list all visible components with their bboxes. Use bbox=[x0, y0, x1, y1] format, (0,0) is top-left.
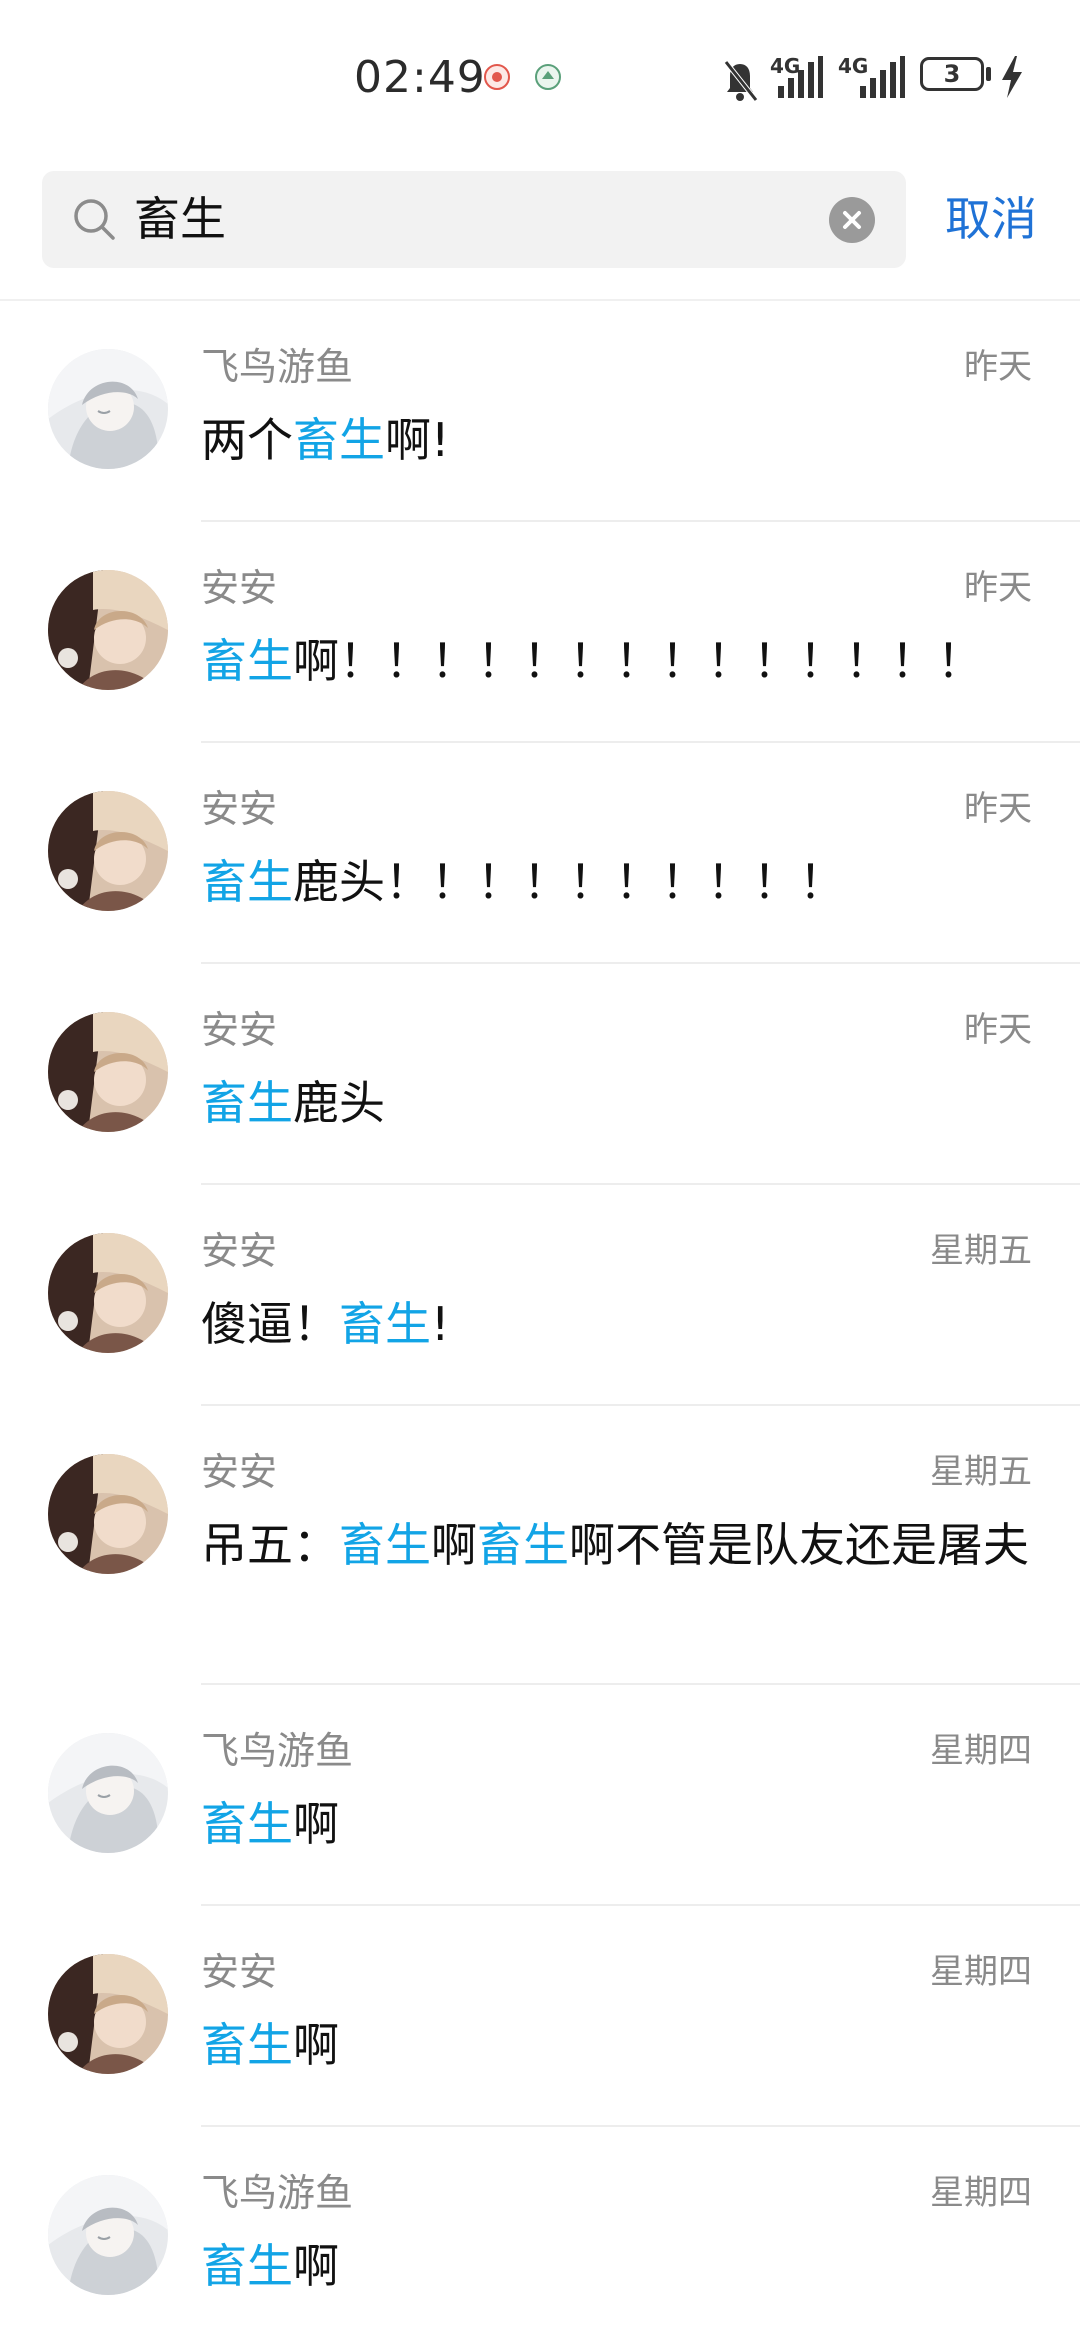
status-time: 02:49 bbox=[354, 52, 486, 103]
message-text: 啊！！！！！！！！！！！！！！ bbox=[293, 634, 983, 688]
message-time: 星期五 bbox=[930, 1452, 1032, 1492]
message-time: 星期五 bbox=[930, 1231, 1032, 1271]
message-preview: 畜生鹿头 bbox=[201, 1074, 1031, 1132]
search-input[interactable]: 畜生 bbox=[42, 171, 906, 268]
keyword-highlight: 畜生 bbox=[201, 1076, 293, 1130]
avatar[interactable] bbox=[48, 791, 168, 911]
notification-app-icon bbox=[535, 64, 561, 90]
message-text: 啊 bbox=[293, 1797, 339, 1851]
search-query[interactable]: 畜生 bbox=[134, 171, 226, 268]
keyword-highlight: 畜生 bbox=[201, 2239, 293, 2293]
message-text: ! bbox=[431, 1297, 450, 1351]
search-results-list: 飞鸟游鱼 昨天 两个畜生啊! 安安 昨天 畜生啊！！！！！！！！！！！！！！ 安安 昨天畜… bbox=[0, 301, 1080, 2340]
search-result-item[interactable]: 安安 星期五傻逼！畜生! bbox=[0, 1185, 1080, 1406]
message-preview: 畜生啊 bbox=[201, 2016, 1031, 2074]
message-time: 星期四 bbox=[930, 2173, 1032, 2213]
message-text: 鹿头 bbox=[293, 1076, 385, 1130]
message-time: 星期四 bbox=[930, 1952, 1032, 1992]
battery-level: 3 bbox=[943, 60, 961, 88]
sender-name: 安安 bbox=[201, 1450, 278, 1494]
signal-icon bbox=[860, 56, 905, 98]
search-result-item[interactable]: 安安 星期五 吊五：畜生啊畜生啊不管是队友还是屠夫 bbox=[0, 1406, 1080, 1685]
close-icon bbox=[843, 211, 861, 229]
search-icon bbox=[74, 199, 115, 240]
avatar[interactable] bbox=[48, 1233, 168, 1353]
message-preview: 畜生啊 bbox=[201, 2237, 1031, 2295]
message-text: 啊 bbox=[431, 1518, 477, 1572]
message-time: 昨天 bbox=[964, 1010, 1032, 1050]
keyword-highlight: 畜生 bbox=[201, 2018, 293, 2072]
search-result-item[interactable]: 飞鸟游鱼 星期四畜生啊 bbox=[0, 1685, 1080, 1906]
notification-app-icon bbox=[484, 64, 510, 90]
keyword-highlight: 畜生 bbox=[201, 855, 293, 909]
avatar[interactable] bbox=[48, 1012, 168, 1132]
sender-name: 安安 bbox=[201, 1229, 278, 1273]
search-result-item[interactable]: 安安 昨天畜生啊！！！！！！！！！！！！！！ bbox=[0, 522, 1080, 743]
message-text: 鹿头！！！！！！！！！！ bbox=[293, 855, 845, 909]
sender-name: 飞鸟游鱼 bbox=[201, 2171, 354, 2215]
cancel-button[interactable]: 取消 bbox=[945, 171, 1037, 268]
screen: 02:49 4G 4G 3 畜生 取消 飞鸟游鱼 昨天 两个畜生啊! 安安 昨天… bbox=[0, 0, 1080, 2340]
search-result-item[interactable]: 安安 昨天畜生鹿头！！！！！！！！！！ bbox=[0, 743, 1080, 964]
message-time: 昨天 bbox=[964, 789, 1032, 829]
message-text: 傻逼！ bbox=[201, 1297, 339, 1351]
message-preview: 畜生啊 bbox=[201, 1795, 1031, 1853]
message-text: 啊不管是队友还是屠夫 bbox=[569, 1518, 1029, 1572]
message-text: 啊! bbox=[385, 413, 450, 467]
message-preview: 畜生鹿头！！！！！！！！！！ bbox=[201, 853, 1031, 911]
search-result-item[interactable]: 飞鸟游鱼 昨天两个畜生啊! bbox=[0, 301, 1080, 522]
sender-name: 安安 bbox=[201, 1008, 278, 1052]
keyword-highlight: 畜生 bbox=[201, 1797, 293, 1851]
avatar[interactable] bbox=[48, 1454, 168, 1574]
avatar[interactable] bbox=[48, 2175, 168, 2295]
message-time: 昨天 bbox=[964, 568, 1032, 608]
avatar[interactable] bbox=[48, 349, 168, 469]
battery-tip bbox=[986, 67, 991, 81]
keyword-highlight: 畜生 bbox=[339, 1297, 431, 1351]
mute-bell-icon bbox=[724, 60, 758, 102]
keyword-highlight: 畜生 bbox=[201, 634, 293, 688]
sender-name: 安安 bbox=[201, 1950, 278, 1994]
avatar[interactable] bbox=[48, 1954, 168, 2074]
avatar[interactable] bbox=[48, 570, 168, 690]
keyword-highlight: 畜生 bbox=[293, 413, 385, 467]
signal-icon bbox=[778, 56, 823, 98]
message-preview: 吊五：畜生啊畜生啊不管是队友还是屠夫 bbox=[201, 1516, 1031, 1574]
message-text: 啊 bbox=[293, 2018, 339, 2072]
keyword-highlight: 畜生 bbox=[477, 1518, 569, 1572]
keyword-highlight: 畜生 bbox=[339, 1518, 431, 1572]
message-preview: 畜生啊！！！！！！！！！！！！！！ bbox=[201, 632, 1031, 690]
clear-search-button[interactable] bbox=[829, 197, 875, 243]
battery-icon: 3 bbox=[920, 57, 984, 91]
search-result-item[interactable]: 飞鸟游鱼 星期四畜生啊 bbox=[0, 2127, 1080, 2340]
search-result-item[interactable]: 安安 昨天畜生鹿头 bbox=[0, 964, 1080, 1185]
message-text: 两个 bbox=[201, 413, 293, 467]
message-time: 星期四 bbox=[930, 1731, 1032, 1771]
message-preview: 两个畜生啊! bbox=[201, 411, 1031, 469]
charging-bolt-icon bbox=[1002, 56, 1022, 98]
message-text: 啊 bbox=[293, 2239, 339, 2293]
sender-name: 飞鸟游鱼 bbox=[201, 1729, 354, 1773]
search-result-item[interactable]: 安安 星期四畜生啊 bbox=[0, 1906, 1080, 2127]
status-bar: 02:49 4G 4G 3 bbox=[0, 0, 1080, 150]
message-time: 昨天 bbox=[964, 347, 1032, 387]
message-text: 吊五： bbox=[201, 1518, 339, 1572]
sender-name: 安安 bbox=[201, 787, 278, 831]
sender-name: 安安 bbox=[201, 566, 278, 610]
avatar[interactable] bbox=[48, 1733, 168, 1853]
sender-name: 飞鸟游鱼 bbox=[201, 345, 354, 389]
message-preview: 傻逼！畜生! bbox=[201, 1295, 1031, 1353]
